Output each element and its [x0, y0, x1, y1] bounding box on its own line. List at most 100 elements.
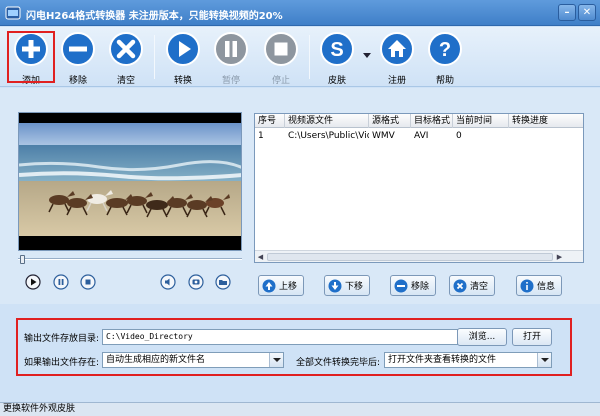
- minimize-icon: –: [564, 6, 570, 18]
- pause-button[interactable]: 暂停: [211, 31, 251, 86]
- table-header: 序号 视频源文件 源格式 目标格式 当前时间 转换进度: [255, 114, 583, 128]
- browse-button[interactable]: 浏览...: [457, 328, 507, 346]
- cell-src-format: WMV: [372, 131, 395, 141]
- cross-icon: [109, 32, 143, 66]
- video-preview: [18, 112, 242, 251]
- convert-button[interactable]: 转换: [163, 31, 203, 86]
- col-header-time[interactable]: 当前时间: [453, 114, 509, 128]
- after-convert-select[interactable]: 打开文件夹查看转换的文件: [384, 352, 552, 368]
- cell-source: C:\Users\Public\Vide...: [288, 131, 369, 141]
- folder-icon[interactable]: [215, 274, 231, 290]
- chevron-down-icon[interactable]: [269, 353, 283, 367]
- close-button[interactable]: ✕: [578, 4, 596, 21]
- scroll-left-icon[interactable]: ◀: [255, 252, 266, 262]
- video-frame-image: [19, 113, 241, 250]
- play-control-icon[interactable]: [25, 274, 41, 290]
- status-bar: 更换软件外观皮肤: [0, 402, 600, 416]
- seek-track: [18, 258, 242, 260]
- open-button[interactable]: 打开: [512, 328, 552, 346]
- main-panel: 序号 视频源文件 源格式 目标格式 当前时间 转换进度 1 C:\Users\P…: [0, 88, 600, 304]
- help-label: 帮助: [435, 76, 454, 86]
- app-window: 闪电H264格式转换器 未注册版本，只能转换视频的20% – ✕ 添加 移除 清…: [0, 0, 600, 416]
- list-clear-label: 清空: [470, 282, 489, 292]
- remove-label: 移除: [68, 76, 87, 86]
- cell-progress: [509, 129, 583, 143]
- skin-button[interactable]: S 皮肤: [317, 31, 357, 86]
- col-header-index[interactable]: 序号: [255, 114, 285, 128]
- info-icon: [520, 279, 534, 292]
- clear-button[interactable]: 清空: [106, 31, 146, 86]
- status-text: 更换软件外观皮肤: [3, 404, 76, 414]
- output-dir-label: 输出文件存放目录:: [24, 334, 100, 344]
- window-controls: – ✕: [558, 4, 596, 21]
- remove-button[interactable]: 移除: [58, 31, 98, 86]
- output-dir-field[interactable]: C:\Video_Directory: [102, 329, 458, 345]
- svg-text:?: ?: [439, 39, 451, 61]
- minus-icon: [61, 32, 95, 66]
- close-icon: ✕: [582, 6, 592, 18]
- file-table[interactable]: 序号 视频源文件 源格式 目标格式 当前时间 转换进度 1 C:\Users\P…: [254, 113, 584, 263]
- move-up-button[interactable]: 上移: [258, 275, 305, 296]
- skin-icon: S: [320, 32, 354, 66]
- window-title: 闪电H264格式转换器 未注册版本，只能转换视频的20%: [26, 11, 283, 22]
- skin-dropdown-icon[interactable]: [363, 53, 371, 58]
- chevron-down-icon[interactable]: [537, 353, 551, 367]
- stop-control-icon[interactable]: [80, 274, 96, 290]
- output-settings-panel: 输出文件存放目录: C:\Video_Directory 浏览... 打开 如果…: [16, 318, 572, 376]
- list-remove-button[interactable]: 移除: [390, 275, 437, 296]
- file-exists-label: 如果输出文件存在:: [24, 358, 100, 368]
- file-exists-value: 自动生成相应的新文件名: [106, 355, 206, 365]
- col-header-source[interactable]: 视频源文件: [285, 114, 369, 128]
- minimize-button[interactable]: –: [558, 4, 576, 21]
- arrow-up-icon: [262, 279, 276, 292]
- file-exists-select[interactable]: 自动生成相应的新文件名: [102, 352, 284, 368]
- seek-thumb[interactable]: [20, 255, 25, 264]
- table-row[interactable]: 1 C:\Users\Public\Vide... WMV AVI 0: [255, 129, 583, 143]
- scroll-thumb[interactable]: [267, 253, 553, 261]
- stop-button[interactable]: 停止: [261, 31, 301, 86]
- move-down-button[interactable]: 下移: [324, 275, 371, 296]
- pause-control-icon[interactable]: [53, 274, 69, 290]
- toolbar: 添加 移除 清空 转换 暂停 停止 S 皮肤 注册 ? 帮助: [0, 27, 600, 87]
- add-button-highlight: [7, 31, 55, 83]
- move-up-label: 上移: [279, 282, 298, 292]
- seek-slider[interactable]: [18, 255, 242, 264]
- register-button[interactable]: 注册: [377, 31, 417, 86]
- toolbar-separator: [309, 35, 310, 79]
- volume-icon[interactable]: [160, 274, 176, 290]
- list-clear-button[interactable]: 清空: [449, 275, 496, 296]
- snapshot-icon[interactable]: [188, 274, 204, 290]
- list-remove-label: 移除: [411, 282, 430, 292]
- info-label: 信息: [537, 282, 556, 292]
- svg-text:S: S: [330, 39, 343, 61]
- info-button[interactable]: 信息: [516, 275, 563, 296]
- title-bar: 闪电H264格式转换器 未注册版本，只能转换视频的20% – ✕: [0, 0, 600, 26]
- app-logo-icon: [5, 6, 21, 20]
- cross-small-icon: [453, 279, 467, 292]
- scroll-right-icon[interactable]: ▶: [554, 252, 565, 262]
- help-button[interactable]: ? 帮助: [425, 31, 465, 86]
- play-icon: [166, 32, 200, 66]
- toolbar-separator: [154, 35, 155, 79]
- col-header-src-format[interactable]: 源格式: [369, 114, 411, 128]
- after-convert-label: 全部文件转换完毕后:: [296, 358, 381, 368]
- help-icon: ?: [428, 32, 462, 66]
- arrow-down-icon: [328, 279, 342, 292]
- pause-icon: [214, 32, 248, 66]
- skin-label: 皮肤: [327, 76, 346, 86]
- move-down-label: 下移: [345, 282, 364, 292]
- stop-icon: [264, 32, 298, 66]
- minus-small-icon: [394, 279, 408, 292]
- register-label: 注册: [387, 76, 406, 86]
- stop-label: 停止: [271, 76, 290, 86]
- home-icon: [380, 32, 414, 66]
- col-header-progress[interactable]: 转换进度: [509, 114, 583, 128]
- convert-label: 转换: [173, 76, 192, 86]
- col-header-dst-format[interactable]: 目标格式: [411, 114, 453, 128]
- pause-label: 暂停: [221, 76, 240, 86]
- horizontal-scrollbar[interactable]: ◀ ▶: [255, 250, 583, 262]
- cell-time: 0: [456, 131, 462, 141]
- cell-index: 1: [258, 131, 264, 141]
- cell-dst-format: AVI: [414, 131, 429, 141]
- after-convert-value: 打开文件夹查看转换的文件: [388, 355, 497, 365]
